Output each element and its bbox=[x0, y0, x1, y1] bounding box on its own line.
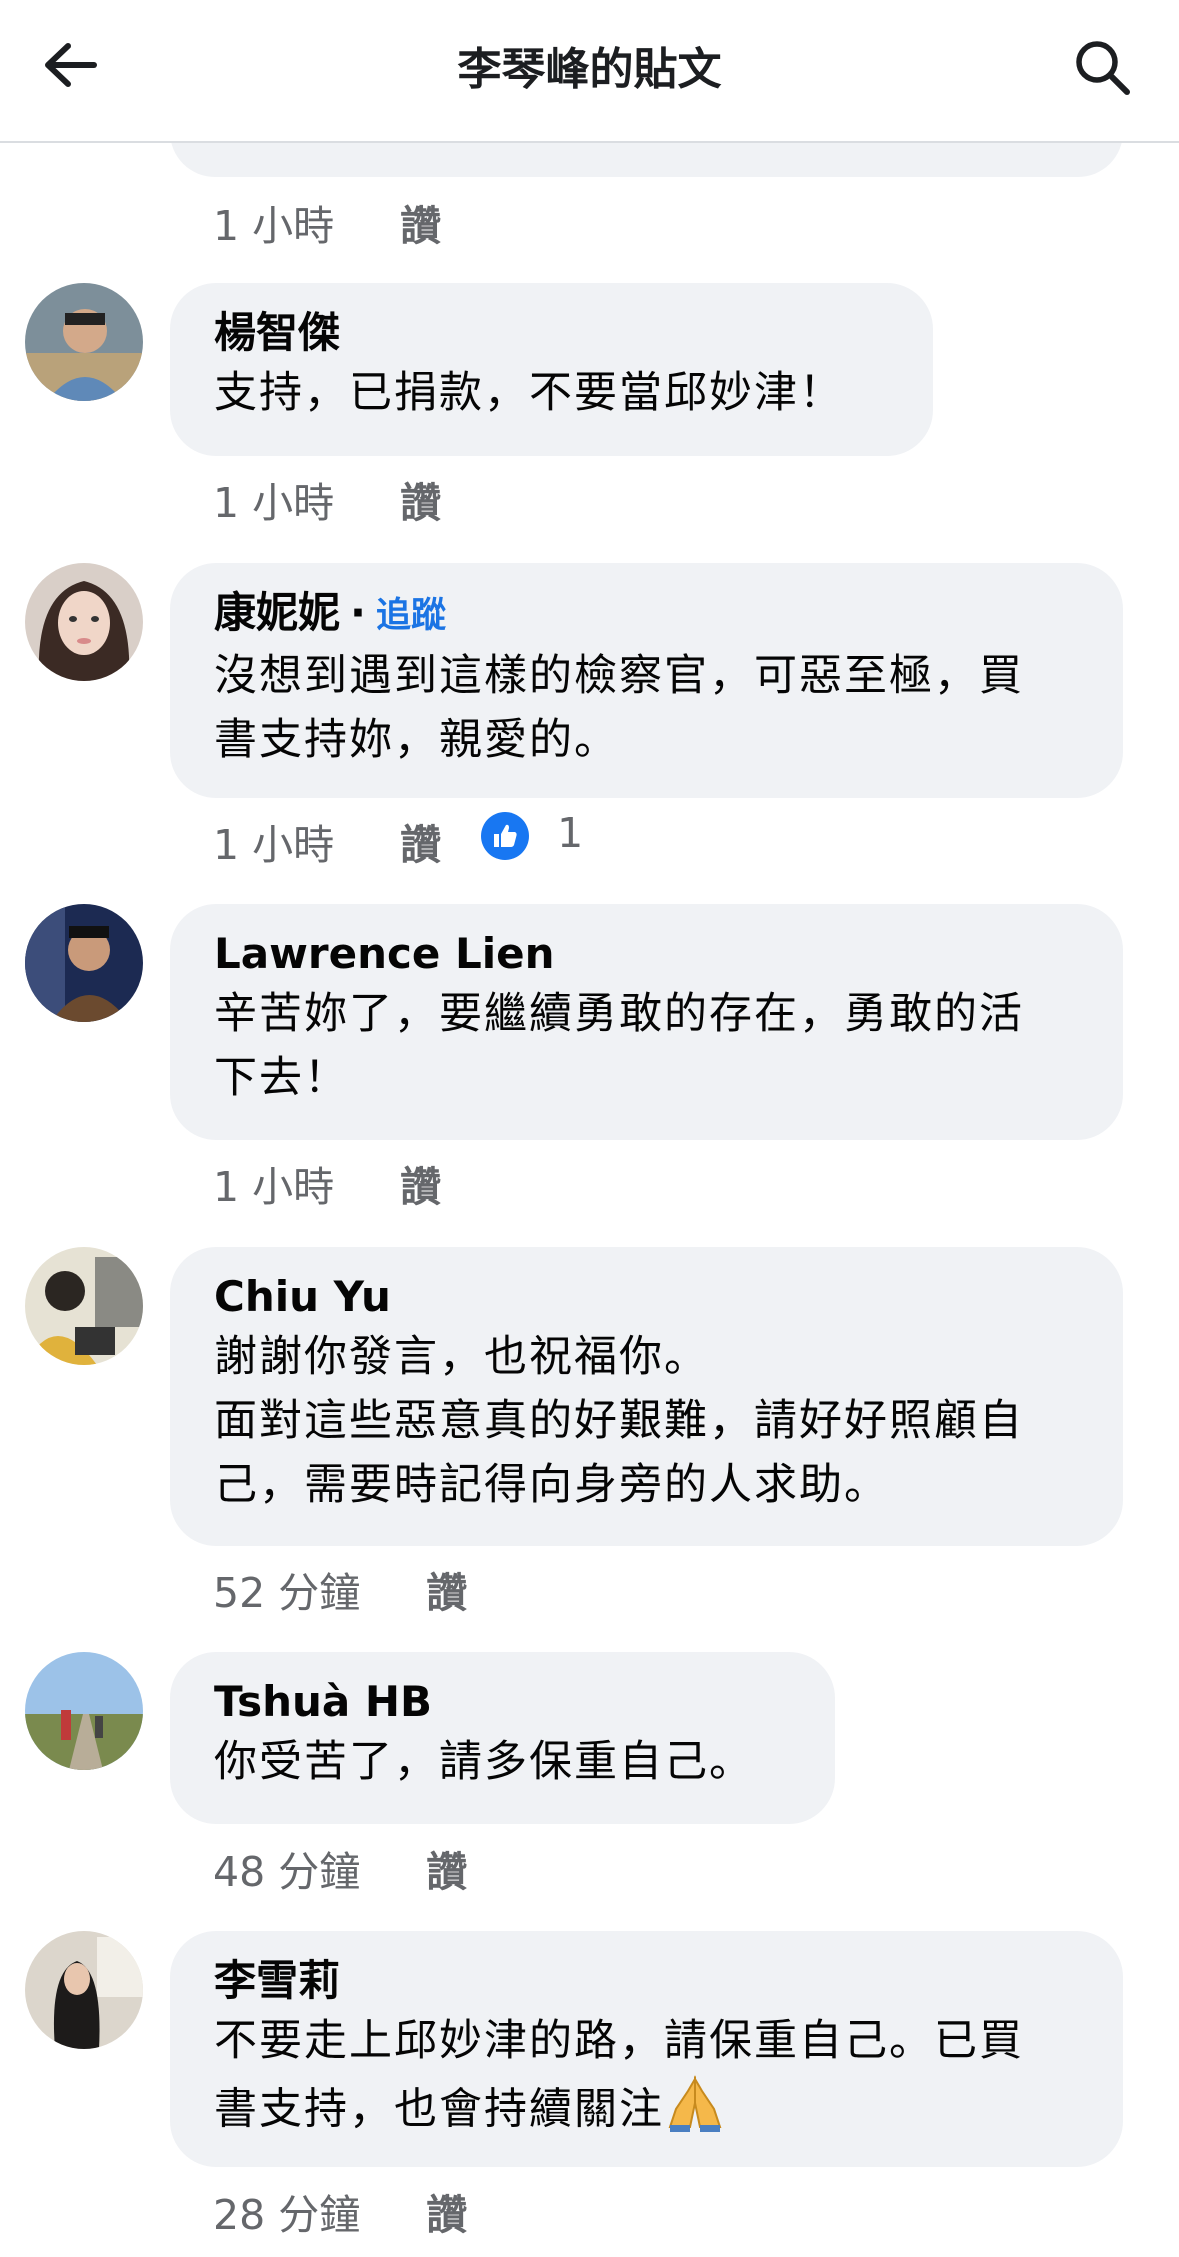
comment-time: 1 小時 bbox=[213, 1163, 335, 1211]
like-button[interactable]: 讚 bbox=[426, 1563, 467, 1623]
commenter-name[interactable]: Chiu Yu bbox=[214, 1272, 391, 1321]
like-button[interactable]: 讚 bbox=[426, 2185, 467, 2245]
like-button[interactable]: 讚 bbox=[400, 196, 441, 256]
comment-text: 你受苦了，請多保重自己。 bbox=[214, 1737, 754, 1787]
separator-dot: · bbox=[350, 588, 366, 637]
comment-text: 沒想到遇到這樣的檢察官，可惡至極，買 書支持妳，親愛的。 bbox=[214, 651, 1024, 765]
comment-meta: 1 小時 讚 bbox=[213, 1157, 441, 1217]
comment-meta: 28 分鐘 讚 bbox=[213, 2185, 467, 2245]
like-button[interactable]: 讚 bbox=[400, 1157, 441, 1217]
folded-hands-icon bbox=[664, 2073, 726, 2151]
comment-time: 1 小時 bbox=[213, 479, 335, 527]
reactions-summary[interactable]: 1 bbox=[481, 803, 583, 863]
avatar[interactable] bbox=[25, 1652, 143, 1770]
comment-time: 48 分鐘 bbox=[213, 1848, 361, 1896]
comment-time: 52 分鐘 bbox=[213, 1569, 361, 1617]
like-button[interactable]: 讚 bbox=[426, 1842, 467, 1902]
like-button[interactable]: 讚 bbox=[400, 815, 441, 875]
avatar[interactable] bbox=[25, 563, 143, 681]
search-button[interactable] bbox=[1071, 36, 1141, 106]
comment-meta: 1 小時 讚 bbox=[213, 196, 441, 256]
comment-time: 1 小時 bbox=[213, 202, 335, 250]
thumbs-up-icon bbox=[481, 812, 530, 860]
follow-link[interactable]: 追蹤 bbox=[376, 596, 446, 636]
avatar[interactable] bbox=[25, 1931, 143, 2049]
comment-bubble: Lawrence Lien 辛苦妳了，要繼續勇敢的存在，勇敢的活 下去！ bbox=[170, 904, 1123, 1140]
commenter-name[interactable]: Tshuà HB bbox=[214, 1677, 432, 1726]
comment-meta: 1 小時 讚 1 bbox=[213, 809, 583, 875]
comment-text: 辛苦妳了，要繼續勇敢的存在，勇敢的活 下去！ bbox=[214, 989, 1024, 1103]
page-title: 李琴峰的貼文 bbox=[457, 44, 722, 95]
comment-meta: 52 分鐘 讚 bbox=[213, 1563, 467, 1623]
comment-time: 1 小時 bbox=[213, 821, 335, 869]
comment-bubble: Tshuà HB 你受苦了，請多保重自己。 bbox=[170, 1652, 835, 1824]
comment-text: 不要走上邱妙津的路，請保重自己。已買 書支持，也會持續關注 bbox=[214, 2009, 1091, 2151]
commenter-name[interactable]: 楊智傑 bbox=[214, 308, 340, 357]
top-app-bar: 李琴峰的貼文 bbox=[0, 0, 1179, 143]
comment-bubble: 李雪莉 不要走上邱妙津的路，請保重自己。已買 書支持，也會持續關注 bbox=[170, 1931, 1123, 2167]
avatar[interactable] bbox=[25, 904, 143, 1022]
avatar[interactable] bbox=[25, 1247, 143, 1365]
commenter-name[interactable]: Lawrence Lien bbox=[214, 929, 555, 978]
commenter-name[interactable]: 康妮妮 bbox=[214, 588, 340, 637]
comment-meta: 48 分鐘 讚 bbox=[213, 1842, 467, 1902]
avatar[interactable] bbox=[25, 283, 143, 401]
reaction-count: 1 bbox=[557, 809, 584, 857]
comment-bubble: 楊智傑 支持，已捐款，不要當邱妙津！ bbox=[170, 283, 933, 456]
comment-meta: 1 小時 讚 bbox=[213, 473, 441, 533]
search-icon bbox=[1076, 41, 1130, 95]
like-button[interactable]: 讚 bbox=[400, 473, 441, 533]
comment-text-content: 不要走上邱妙津的路，請保重自己。已買 書支持，也會持續關注 bbox=[214, 2016, 1024, 2135]
commenter-name[interactable]: 李雪莉 bbox=[214, 1956, 340, 2005]
comment-text: 謝謝你發言，也祝福你。 面對這些惡意真的好艱難，請好好照顧自 己，需要時記得向身… bbox=[214, 1332, 1024, 1510]
comment-text: 支持，已捐款，不要當邱妙津！ bbox=[214, 368, 844, 418]
comment-time: 28 分鐘 bbox=[213, 2191, 361, 2239]
comment-bubble: Chiu Yu 謝謝你發言，也祝福你。 面對這些惡意真的好艱難，請好好照顧自 己… bbox=[170, 1247, 1123, 1546]
comment-bubble: 康妮妮 · 追蹤 沒想到遇到這樣的檢察官，可惡至極，買 書支持妳，親愛的。 bbox=[170, 563, 1123, 798]
